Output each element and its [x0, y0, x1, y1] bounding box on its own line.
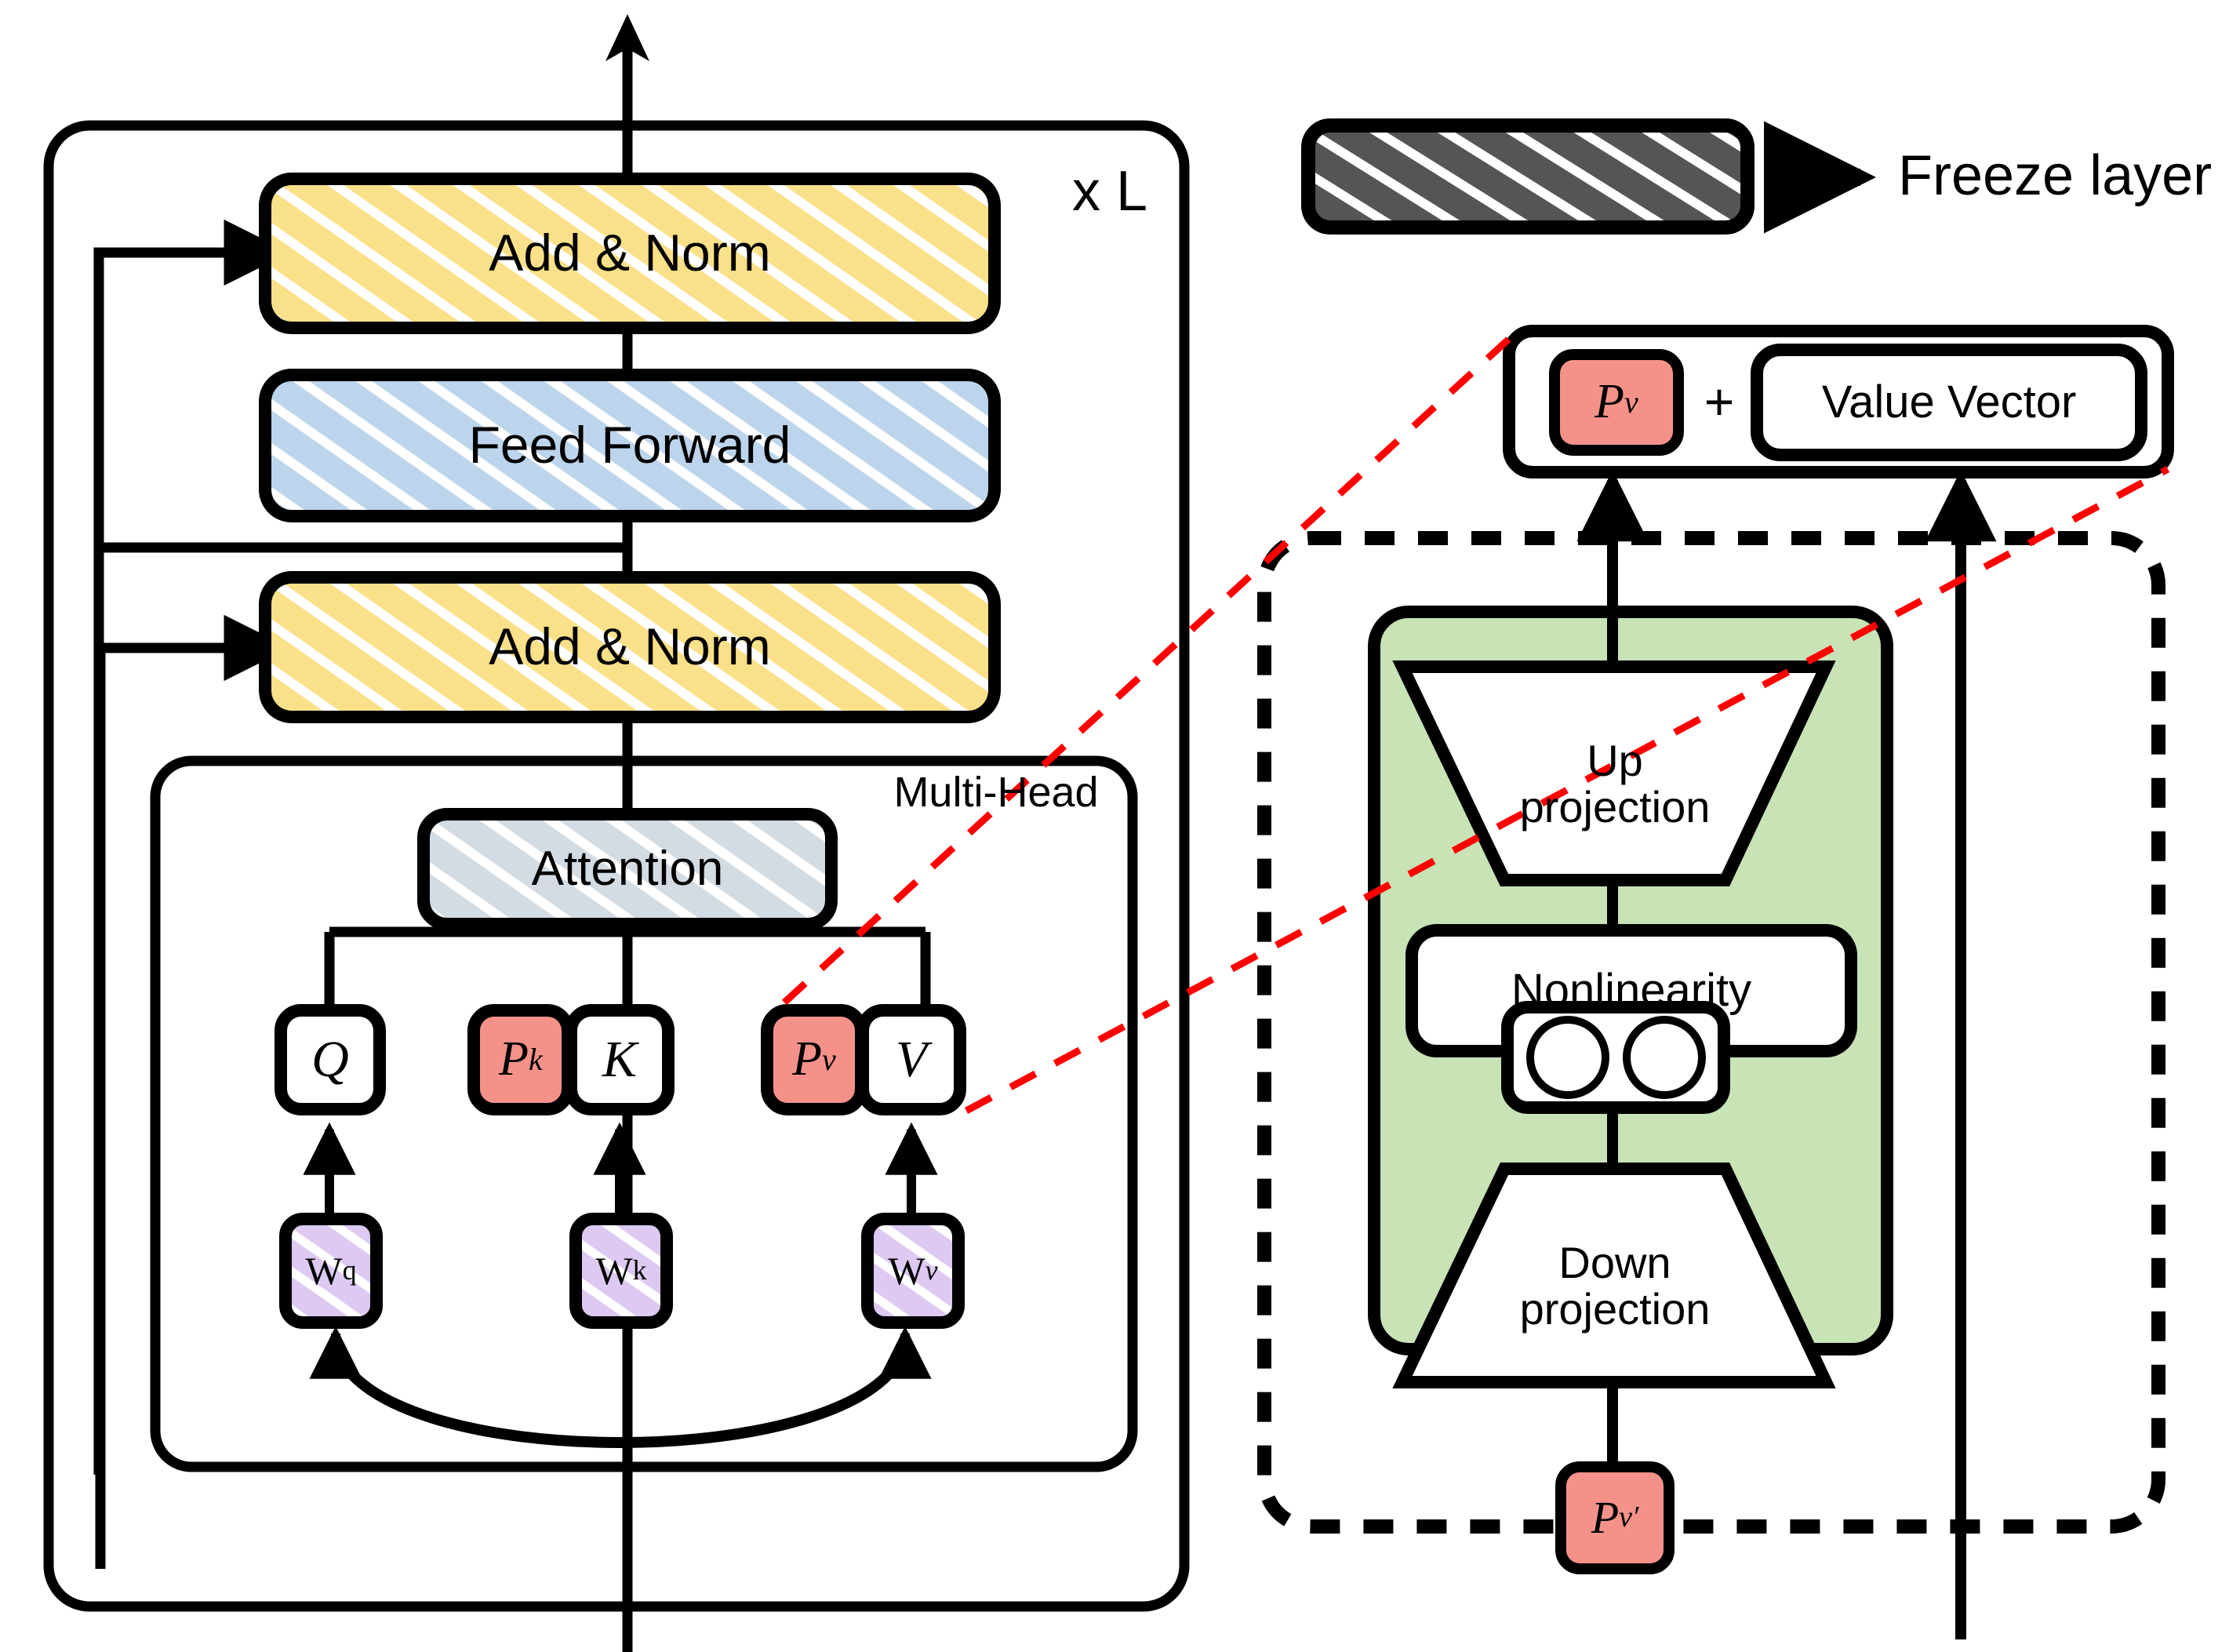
- diagram-vectors: [43, 14, 2174, 1652]
- diagram-canvas: Add & Norm Feed Forward Add & Norm Atten…: [0, 0, 2240, 1652]
